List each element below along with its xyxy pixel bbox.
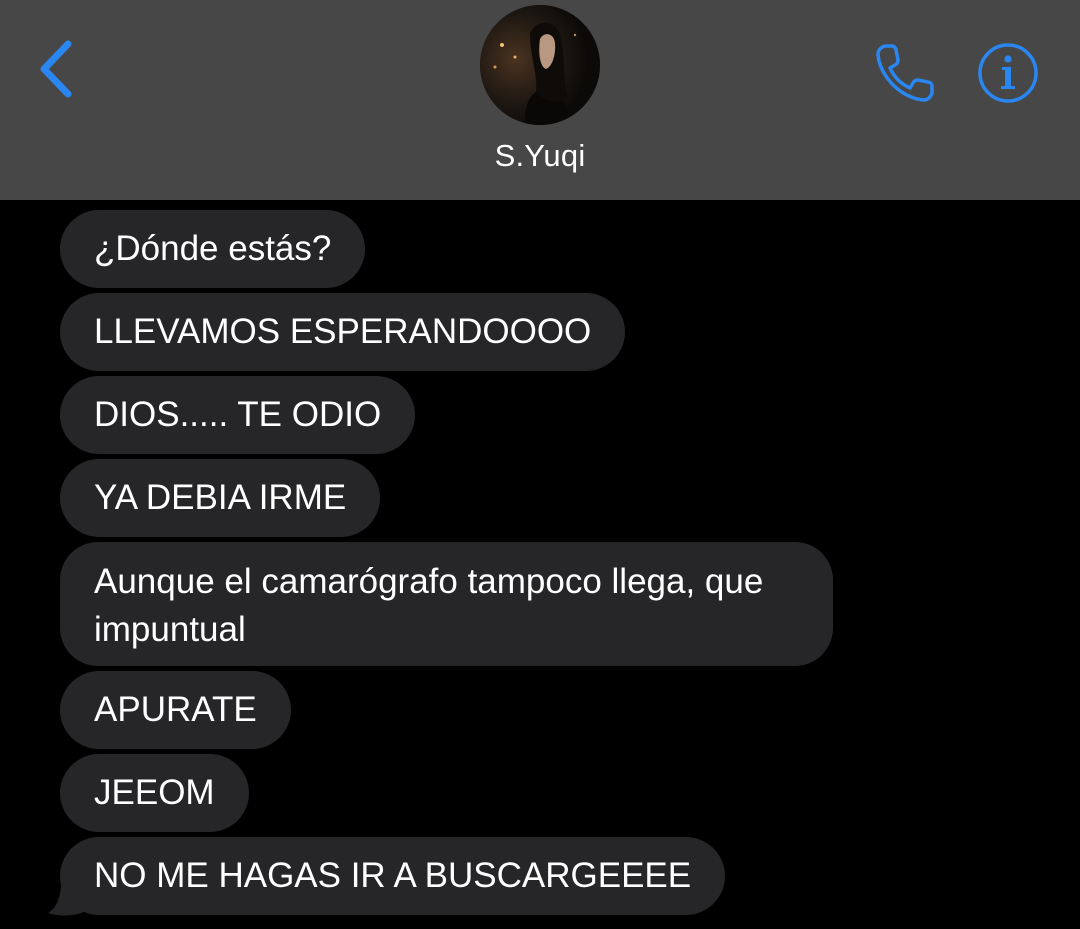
message-bubble[interactable]: LLEVAMOS ESPERANDOOOO [60, 293, 626, 371]
message-text: ¿Dónde estás? [94, 229, 332, 268]
message-text: LLEVAMOS ESPERANDOOOO [94, 312, 592, 351]
chevron-left-icon [40, 40, 72, 98]
message-bubble[interactable]: ¿Dónde estás? [60, 210, 366, 288]
back-button[interactable] [30, 34, 86, 104]
message-bubble[interactable]: Aunque el camarógrafo tampoco llega, que… [60, 542, 833, 666]
message-text: DIOS..... TE ODIO [94, 395, 382, 434]
phone-icon [876, 44, 934, 102]
contact-name[interactable]: S.Yuqi [0, 138, 1080, 174]
message-bubble[interactable]: NO ME HAGAS IR A BUSCARGEEEE [60, 837, 726, 915]
chat-header: S.Yuqi [0, 0, 1080, 200]
contact-photo [480, 5, 600, 125]
message-text: NO ME HAGAS IR A BUSCARGEEEE [94, 856, 692, 895]
chat-screen: S.Yuqi ¿Dónde estás? LLEVAMOS ESPERANDOO… [0, 0, 1080, 929]
call-button[interactable] [872, 40, 938, 106]
info-icon [978, 43, 1038, 103]
avatar[interactable] [480, 5, 600, 125]
message-text: JEEOM [94, 773, 215, 812]
message-list[interactable]: ¿Dónde estás? LLEVAMOS ESPERANDOOOO DIOS… [0, 200, 1080, 929]
info-button[interactable] [975, 40, 1041, 106]
message-text: Aunque el camarógrafo tampoco llega, que… [94, 562, 764, 649]
message-bubble[interactable]: DIOS..... TE ODIO [60, 376, 416, 454]
message-text: YA DEBIA IRME [94, 478, 347, 517]
message-text: APURATE [94, 690, 257, 729]
message-bubble[interactable]: APURATE [60, 671, 291, 749]
bubble-tail [48, 867, 86, 916]
message-bubble[interactable]: YA DEBIA IRME [60, 459, 381, 537]
message-bubble[interactable]: JEEOM [60, 754, 249, 832]
